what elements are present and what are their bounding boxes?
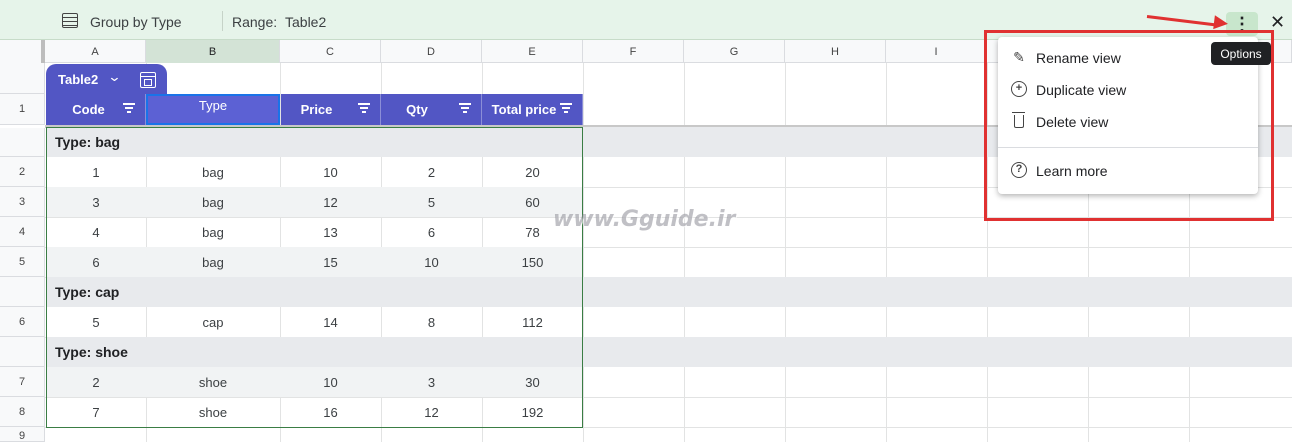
range-value[interactable]: Table2 bbox=[285, 14, 326, 30]
column-header[interactable]: F bbox=[583, 40, 684, 63]
table-cell[interactable]: 14 bbox=[280, 315, 381, 330]
column-header[interactable]: C bbox=[280, 40, 381, 63]
table-cell[interactable]: 3 bbox=[381, 375, 482, 390]
annotation-arrow-head bbox=[1213, 15, 1229, 31]
table-cell[interactable]: bag bbox=[146, 255, 280, 270]
header-label: Total price bbox=[491, 102, 557, 117]
table-cell[interactable]: 192 bbox=[482, 405, 583, 420]
annotation-highlight-box bbox=[984, 30, 1274, 221]
row-number[interactable]: 2 bbox=[0, 157, 45, 187]
grid-line bbox=[45, 427, 1292, 428]
table-header-price[interactable]: Price bbox=[281, 94, 381, 125]
row-number-spacer bbox=[0, 337, 45, 367]
row-number[interactable]: 1 bbox=[0, 94, 45, 125]
group-header-row[interactable] bbox=[46, 277, 1292, 307]
row-number[interactable]: 7 bbox=[0, 367, 45, 397]
table-cell[interactable]: 5 bbox=[381, 195, 482, 210]
table-name[interactable]: Table2 bbox=[58, 72, 98, 87]
table-cell[interactable]: 10 bbox=[280, 375, 381, 390]
table-cell[interactable]: cap bbox=[146, 315, 280, 330]
table-cell[interactable]: bag bbox=[146, 225, 280, 240]
table-cell[interactable]: 5 bbox=[46, 315, 146, 330]
table-cell[interactable]: 112 bbox=[482, 315, 583, 330]
table-cell[interactable]: 1 bbox=[46, 165, 146, 180]
group-by-label[interactable]: Group by Type bbox=[90, 14, 182, 30]
table-settings-icon[interactable] bbox=[140, 72, 156, 88]
group-label: Type: shoe bbox=[55, 344, 128, 360]
header-label: Type bbox=[198, 98, 228, 113]
divider bbox=[222, 11, 223, 31]
row-number-spacer bbox=[0, 63, 45, 94]
column-header[interactable]: B bbox=[146, 40, 280, 63]
table-cell[interactable]: 150 bbox=[482, 255, 583, 270]
table-header-type[interactable]: Type bbox=[146, 94, 280, 125]
filter-icon[interactable] bbox=[560, 103, 572, 113]
close-icon[interactable]: ✕ bbox=[1270, 13, 1285, 31]
row-number[interactable]: 6 bbox=[0, 307, 45, 337]
table-header-code[interactable]: Code bbox=[46, 94, 146, 125]
table-header-qty[interactable]: Qty bbox=[381, 94, 482, 125]
table-cell[interactable]: 2 bbox=[46, 375, 146, 390]
header-label: Qty bbox=[406, 102, 428, 117]
column-header[interactable]: I bbox=[886, 40, 987, 63]
row-number[interactable]: 5 bbox=[0, 247, 45, 277]
table-cell[interactable]: 2 bbox=[381, 165, 482, 180]
range-label: Range: bbox=[232, 14, 278, 30]
table-cell[interactable]: shoe bbox=[146, 375, 280, 390]
row-number-spacer bbox=[0, 277, 45, 307]
table-cell[interactable]: 6 bbox=[381, 225, 482, 240]
table-cell[interactable]: 4 bbox=[46, 225, 146, 240]
table-cell[interactable]: bag bbox=[146, 165, 280, 180]
header-label: Code bbox=[72, 102, 105, 117]
row-number-spacer bbox=[0, 128, 45, 157]
table-cell[interactable]: 7 bbox=[46, 405, 146, 420]
column-header[interactable]: G bbox=[684, 40, 785, 63]
column-header[interactable]: H bbox=[785, 40, 886, 63]
group-header-row[interactable] bbox=[46, 337, 1292, 367]
table-cell[interactable]: 10 bbox=[280, 165, 381, 180]
table-cell[interactable]: 3 bbox=[46, 195, 146, 210]
row-number[interactable]: 8 bbox=[0, 397, 45, 427]
group-label: Type: bag bbox=[55, 134, 121, 150]
grid-line bbox=[45, 397, 1292, 398]
select-all-corner[interactable] bbox=[0, 40, 45, 63]
group-label: Type: cap bbox=[55, 284, 120, 300]
grid-line bbox=[684, 63, 685, 442]
grid-line bbox=[886, 63, 887, 442]
grid-line bbox=[583, 63, 584, 442]
table-cell[interactable]: 15 bbox=[280, 255, 381, 270]
column-header[interactable]: D bbox=[381, 40, 482, 63]
row-number[interactable]: 9 bbox=[0, 427, 45, 442]
table-cell[interactable]: 8 bbox=[381, 315, 482, 330]
table-cell[interactable]: 12 bbox=[280, 195, 381, 210]
column-header[interactable]: A bbox=[45, 40, 146, 63]
group-by-icon[interactable] bbox=[62, 13, 78, 28]
table-cell[interactable]: 13 bbox=[280, 225, 381, 240]
watermark: www.Gguide.ir bbox=[553, 207, 736, 232]
table-cell[interactable]: 20 bbox=[482, 165, 583, 180]
filter-icon[interactable] bbox=[123, 103, 135, 113]
table-cell[interactable]: shoe bbox=[146, 405, 280, 420]
table-cell[interactable]: 12 bbox=[381, 405, 482, 420]
filter-icon[interactable] bbox=[459, 103, 471, 113]
header-label: Price bbox=[300, 102, 333, 117]
row-number[interactable]: 3 bbox=[0, 187, 45, 217]
filter-icon[interactable] bbox=[358, 103, 370, 113]
column-header[interactable]: E bbox=[482, 40, 583, 63]
table-header-total-price[interactable]: Total price bbox=[482, 94, 583, 125]
chevron-down-icon[interactable]: ⌄ bbox=[107, 69, 121, 85]
row-number[interactable]: 4 bbox=[0, 217, 45, 247]
table-cell[interactable]: bag bbox=[146, 195, 280, 210]
table-cell[interactable]: 16 bbox=[280, 405, 381, 420]
table-cell[interactable]: 30 bbox=[482, 375, 583, 390]
table-cell[interactable]: 6 bbox=[46, 255, 146, 270]
table-cell[interactable]: 10 bbox=[381, 255, 482, 270]
grid-line bbox=[785, 63, 786, 442]
